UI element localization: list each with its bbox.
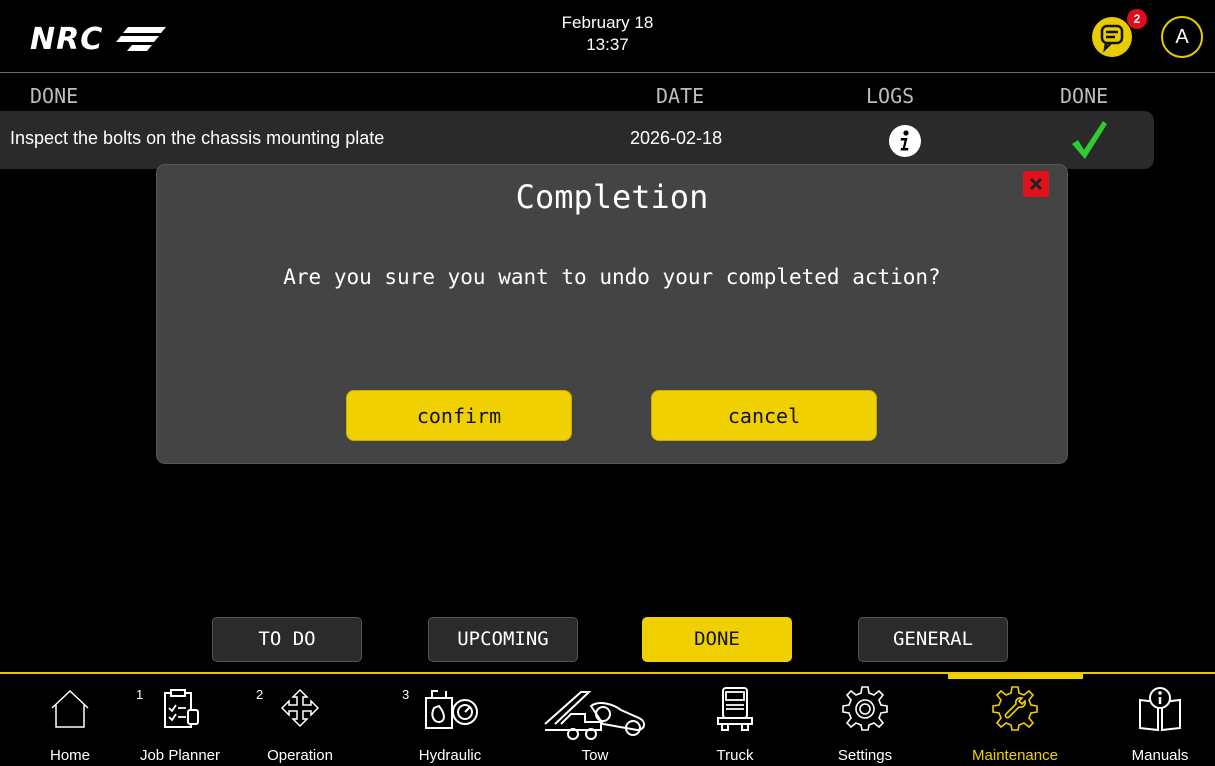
wrench-gear-icon xyxy=(992,686,1038,731)
nav-shortcut-number: 1 xyxy=(136,687,144,702)
nav-shortcut-number: 3 xyxy=(402,687,410,702)
section-label: DONE xyxy=(30,84,79,108)
dialog-message: Are you sure you want to undo your compl… xyxy=(283,265,941,289)
nav-label: Manuals xyxy=(1131,747,1189,764)
notification-badge: 2 xyxy=(1127,9,1147,29)
nav-label: Settings xyxy=(837,747,893,764)
manual-book-icon xyxy=(1139,687,1181,732)
nav-label: Tow xyxy=(581,747,609,764)
user-avatar-button[interactable]: A xyxy=(1161,16,1203,58)
column-header-logs: LOGS xyxy=(866,84,915,108)
nav-shortcut-number: 2 xyxy=(256,687,264,702)
tab-upcoming[interactable]: UPCOMING xyxy=(428,617,578,662)
tow-truck-icon xyxy=(544,691,645,740)
truck-icon xyxy=(717,687,753,731)
nav-label: Hydraulic xyxy=(418,747,482,764)
column-header-date: DATE xyxy=(656,84,705,108)
dialog-close-button[interactable] xyxy=(1023,171,1049,197)
close-icon xyxy=(1029,177,1043,191)
nav-settings[interactable]: Settings xyxy=(815,676,915,766)
nav-truck[interactable]: Truck xyxy=(690,676,780,766)
row-date: 2026-02-18 xyxy=(630,128,723,148)
info-icon[interactable] xyxy=(888,124,922,158)
clipboard-icon xyxy=(164,689,199,728)
tab-done[interactable]: DONE xyxy=(642,617,792,662)
row-task-text: Inspect the bolts on the chassis mountin… xyxy=(10,128,385,148)
nav-label: Maintenance xyxy=(972,747,1058,764)
chat-button[interactable] xyxy=(1092,17,1132,57)
tab-general[interactable]: GENERAL xyxy=(858,617,1008,662)
home-icon xyxy=(51,689,89,728)
nav-manuals[interactable]: Manuals xyxy=(1110,676,1210,766)
move-arrows-icon xyxy=(280,688,320,728)
hydraulic-gauge-icon xyxy=(425,690,478,729)
header-divider xyxy=(0,72,1215,73)
nav-home[interactable]: Home xyxy=(30,676,110,766)
dialog-title: Completion xyxy=(515,178,709,216)
nav-job-planner[interactable]: 1 Job Planner xyxy=(130,676,230,766)
done-checkmark-icon[interactable] xyxy=(1069,118,1109,162)
nav-label: Job Planner xyxy=(139,747,221,764)
cancel-button[interactable]: cancel xyxy=(651,390,877,441)
column-header-done: DONE xyxy=(1060,84,1109,108)
tab-to-do[interactable]: TO DO xyxy=(212,617,362,662)
chat-icon xyxy=(1100,24,1124,53)
nav-label: Home xyxy=(49,747,90,764)
confirm-button[interactable]: confirm xyxy=(346,390,572,441)
nav-maintenance[interactable]: Maintenance xyxy=(950,676,1080,766)
nav-label: Operation xyxy=(267,747,333,764)
header-date: February 18 xyxy=(561,13,654,32)
nav-tow[interactable]: Tow xyxy=(535,676,655,766)
nav-hydraulic[interactable]: 3 Hydraulic xyxy=(400,676,500,766)
header-time: 13:37 xyxy=(586,35,629,54)
nav-operation[interactable]: 2 Operation xyxy=(250,676,350,766)
nav-label: Truck xyxy=(716,747,754,764)
gear-icon xyxy=(842,686,888,731)
